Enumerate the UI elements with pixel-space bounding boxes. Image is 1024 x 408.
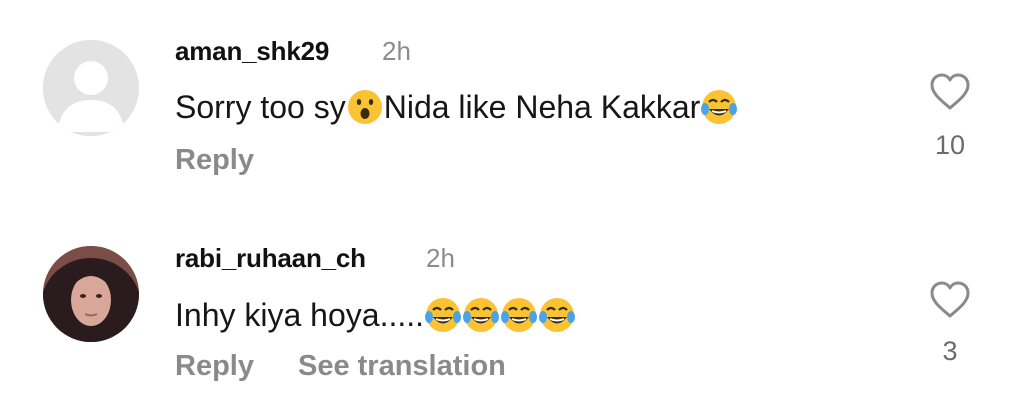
comment-timestamp: 2h bbox=[382, 36, 411, 66]
default-user-icon bbox=[43, 40, 139, 136]
comment-text-part: Inhy kiya hoya..... bbox=[175, 296, 425, 333]
tears-of-joy-icon bbox=[538, 296, 576, 334]
comment-username[interactable]: aman_shk29 bbox=[175, 36, 329, 67]
comment-timestamp: 2h bbox=[426, 243, 455, 273]
like-button[interactable] bbox=[928, 280, 972, 320]
reply-button[interactable]: Reply bbox=[175, 144, 254, 177]
heart-icon bbox=[930, 281, 970, 318]
tears-of-joy-icon bbox=[700, 88, 738, 126]
comment-text: Sorry too sy Nida like Neha Kakkar bbox=[175, 88, 738, 126]
tears-of-joy-icon bbox=[500, 296, 538, 334]
comment-text: Inhy kiya hoya..... bbox=[175, 296, 576, 334]
heart-icon bbox=[930, 73, 970, 110]
comment-text-part: Sorry too sy bbox=[175, 88, 346, 125]
tears-of-joy-icon bbox=[462, 296, 500, 334]
comment-actions: Reply See translation bbox=[175, 350, 506, 383]
avatar-placeholder[interactable] bbox=[43, 40, 139, 136]
tears-of-joy-icon bbox=[424, 296, 462, 334]
astonished-face-icon bbox=[346, 88, 384, 126]
like-count: 3 bbox=[942, 336, 958, 366]
comment-actions: Reply bbox=[175, 144, 254, 177]
like-count: 10 bbox=[934, 130, 966, 160]
comment-username[interactable]: rabi_ruhaan_ch bbox=[175, 243, 366, 274]
avatar[interactable] bbox=[43, 246, 139, 342]
like-button[interactable] bbox=[928, 72, 972, 112]
see-translation-button[interactable]: See translation bbox=[298, 350, 506, 383]
comment-text-part: Nida like Neha Kakkar bbox=[383, 88, 701, 125]
user-photo-icon bbox=[43, 246, 139, 342]
comment-item: rabi_ruhaan_ch 2h Inhy kiya hoya..... Re… bbox=[0, 210, 1024, 408]
comment-item: aman_shk29 2h Sorry too sy Nida like Neh… bbox=[0, 0, 1024, 200]
reply-button[interactable]: Reply bbox=[175, 350, 254, 383]
